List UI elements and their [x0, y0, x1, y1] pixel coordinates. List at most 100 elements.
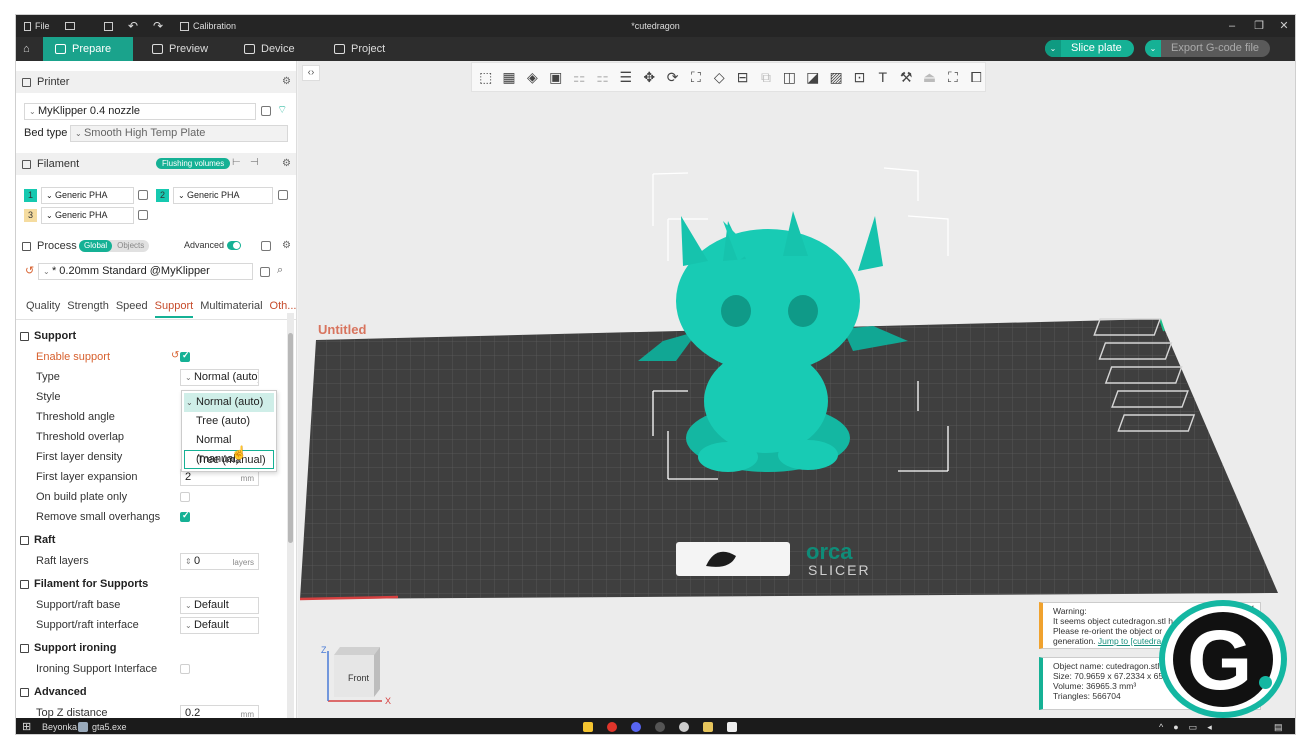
minimize-button[interactable]: –	[1219, 15, 1245, 37]
redo-icon[interactable]: ↷	[153, 15, 163, 37]
slice-plate-button[interactable]: ⌄ Slice plate	[1045, 40, 1134, 57]
chevron-down-icon[interactable]: ⌄	[1045, 40, 1061, 57]
ironing-support-interface-checkbox[interactable]	[180, 664, 190, 674]
windows-start-icon[interactable]: ⊞	[22, 718, 31, 734]
scrollbar-thumb[interactable]	[288, 333, 293, 543]
raft-layers-input[interactable]: ⇕ 0 layers	[180, 553, 259, 570]
tab-speed[interactable]: Speed	[116, 300, 148, 318]
split-parts-icon[interactable]: ⚏	[594, 67, 611, 87]
text-icon[interactable]: T	[874, 67, 891, 87]
assembly-icon[interactable]: ⏏	[921, 67, 938, 87]
support-paint-icon[interactable]: ◫	[781, 67, 798, 87]
save-preset-icon[interactable]	[260, 267, 270, 277]
edit-icon[interactable]	[138, 190, 148, 200]
folder-icon[interactable]	[703, 722, 713, 732]
objects-option[interactable]: Objects	[112, 240, 149, 252]
fit-view-icon[interactable]: ⛶	[944, 67, 961, 87]
support-type-option-normal-manual[interactable]: Normal (manual)	[182, 431, 276, 465]
grid-plate-icon[interactable]: ▦	[500, 67, 517, 87]
chevron-up-icon[interactable]: ^	[1159, 718, 1163, 734]
bed-type-select[interactable]: ⌄ Smooth High Temp Plate	[70, 125, 288, 142]
export-gcode-button[interactable]: ⌄ Export G-code file	[1145, 40, 1270, 57]
sync-filament-icon[interactable]: ⊣	[250, 157, 259, 168]
file-explorer-icon[interactable]	[583, 722, 593, 732]
reset-icon[interactable]: ↺	[171, 350, 179, 361]
add-cube-icon[interactable]: ⬚	[477, 67, 494, 87]
reset-icon[interactable]: ↺	[25, 264, 34, 277]
tab-prepare[interactable]: Prepare	[43, 37, 133, 61]
process-preset-select[interactable]: ⌄ * 0.20mm Standard @MyKlipper	[38, 263, 253, 280]
network-icon[interactable]: ▭	[1189, 718, 1198, 734]
taskbar-item-2[interactable]: gta5.exe	[78, 718, 127, 734]
puzzle-icon[interactable]: ⧠	[968, 67, 985, 87]
scale-icon[interactable]: ⛶	[687, 67, 704, 87]
tab-multimaterial[interactable]: Multimaterial	[200, 300, 262, 318]
tab-support[interactable]: Support	[154, 300, 194, 318]
support-type-option-tree-auto[interactable]: Tree (auto)	[182, 412, 276, 431]
filament-slot-2-select[interactable]: ⌄ Generic PHA	[173, 187, 273, 204]
filament-slot-1-select[interactable]: ⌄ Generic PHA	[41, 187, 134, 204]
jump-to-object-link[interactable]: Jump to [cutedra	[1098, 636, 1161, 646]
edit-icon[interactable]	[138, 210, 148, 220]
support-type-option-tree-manual[interactable]: Tree (manual)	[184, 450, 274, 469]
settings-scrollbar[interactable]	[287, 313, 294, 718]
boolean-icon[interactable]: ⧉	[757, 67, 774, 87]
seam-paint-icon[interactable]: ◪	[804, 67, 821, 87]
global-objects-switch[interactable]: Global Objects	[79, 240, 150, 252]
chevron-down-icon[interactable]: ⌄	[1145, 40, 1161, 57]
on-build-plate-only-checkbox[interactable]	[180, 492, 190, 502]
layers-icon[interactable]: ☰	[617, 67, 634, 87]
app-icon[interactable]	[727, 722, 737, 732]
measure-icon[interactable]: ⊡	[851, 67, 868, 87]
close-window-button[interactable]: ✕	[1271, 15, 1295, 37]
file-menu[interactable]: File	[24, 15, 50, 37]
support-raft-interface-select[interactable]: ⌄ Default	[180, 617, 259, 634]
process-settings-icon[interactable]: ⚙	[282, 240, 291, 251]
add-filament-icon[interactable]: ⊢	[232, 157, 241, 168]
undo-icon[interactable]: ↶	[128, 15, 138, 37]
enable-support-checkbox[interactable]	[180, 350, 190, 362]
taskbar-item-1[interactable]: Beyonka	[42, 718, 77, 734]
home-button[interactable]: ⌂	[16, 37, 43, 61]
split-objects-icon[interactable]: ⚏	[570, 67, 587, 87]
tab-quality[interactable]: Quality	[26, 300, 60, 318]
advanced-toggle[interactable]	[227, 241, 241, 250]
rotate-icon[interactable]: ⟳	[664, 67, 681, 87]
tab-strength[interactable]: Strength	[67, 300, 109, 318]
tab-project[interactable]: Project	[322, 37, 397, 61]
global-option[interactable]: Global	[79, 240, 113, 252]
move-icon[interactable]: ✥	[641, 67, 658, 87]
compare-icon[interactable]	[261, 241, 271, 251]
discord-icon[interactable]	[631, 722, 641, 732]
wifi-icon[interactable]: ⌔	[277, 103, 287, 117]
remove-small-overhangs-checkbox[interactable]	[180, 510, 190, 522]
search-icon[interactable]: ⌕	[277, 264, 283, 277]
printer-preset-select[interactable]: ⌄ MyKlipper 0.4 nozzle	[24, 103, 256, 120]
svg-emboss-icon[interactable]: ⚒	[897, 67, 914, 87]
save-icon[interactable]	[104, 15, 113, 37]
arrange-plate-icon[interactable]: ▣	[547, 67, 564, 87]
printer-settings-icon[interactable]: ⚙	[282, 76, 291, 87]
tab-device[interactable]: Device	[232, 37, 307, 61]
collapse-panel-button[interactable]: ‹›	[302, 65, 320, 81]
volume-icon[interactable]: ◂	[1207, 718, 1212, 734]
cut-icon[interactable]: ⊟	[734, 67, 751, 87]
fuzzy-skin-icon[interactable]: ▨	[827, 67, 844, 87]
maximize-button[interactable]: ❐	[1246, 15, 1272, 37]
flushing-volumes-button[interactable]: Flushing volumes	[156, 158, 231, 169]
tab-preview[interactable]: Preview	[140, 37, 220, 61]
support-type-select[interactable]: ⌄ Normal (auto)	[180, 369, 259, 386]
notifications-icon[interactable]: ▤	[1274, 718, 1283, 734]
view-cube[interactable]: Front X Z	[321, 645, 391, 706]
filament-slot-3-select[interactable]: ⌄ Generic PHA	[41, 207, 134, 224]
filament-settings-icon[interactable]: ⚙	[282, 158, 291, 169]
lay-on-face-icon[interactable]: ◇	[711, 67, 728, 87]
edit-icon[interactable]	[261, 106, 271, 116]
microphone-icon[interactable]: ●	[1173, 718, 1178, 734]
3d-viewport[interactable]: Untitled orca SLICER Front X Z ‹› ⬚ ▦ ◈ …	[298, 61, 1295, 718]
calibration-menu[interactable]: Calibration	[180, 15, 236, 37]
top-z-distance-input[interactable]: 0.2 mm	[180, 705, 259, 718]
opera-icon[interactable]	[607, 722, 617, 732]
orca-slicer-icon[interactable]	[679, 722, 689, 732]
edit-icon[interactable]	[278, 190, 288, 200]
